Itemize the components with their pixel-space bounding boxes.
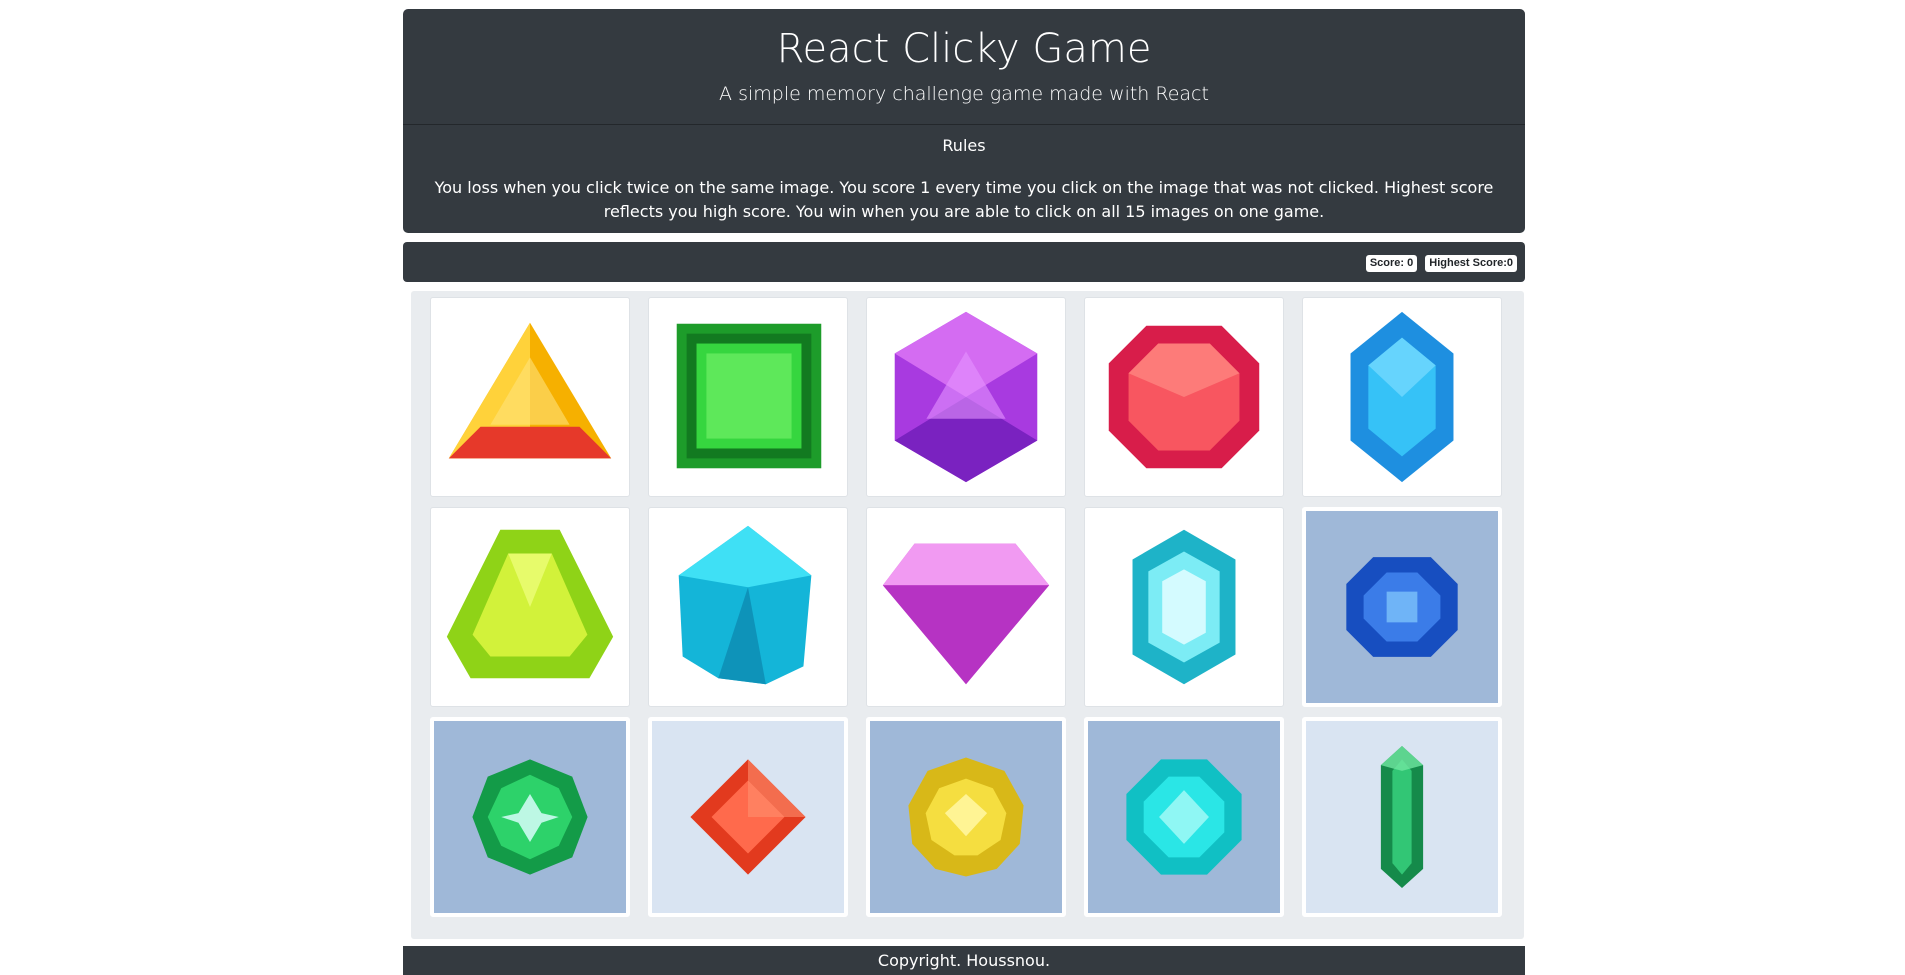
gem-card-4[interactable] xyxy=(1084,297,1284,497)
gem-card-12[interactable] xyxy=(648,717,848,917)
gem-card-13[interactable] xyxy=(866,717,1066,917)
cyan-octagon-gem-icon xyxy=(1126,759,1242,875)
gem-card-1[interactable] xyxy=(430,297,630,497)
yellow-round-gem-icon xyxy=(908,757,1024,877)
highest-score-badge: Highest Score:0 xyxy=(1425,255,1517,272)
page-subtitle: A simple memory challenge game made with… xyxy=(719,83,1209,105)
blue-square-gem-icon xyxy=(1346,557,1458,657)
red-octagon-gem-icon xyxy=(1108,325,1260,469)
green-round-gem-icon xyxy=(472,759,588,875)
gem-card-5[interactable] xyxy=(1302,297,1502,497)
gem-card-2[interactable] xyxy=(648,297,848,497)
red-diamond-gem-icon xyxy=(690,759,806,875)
game-board xyxy=(411,291,1524,939)
gem-card-8[interactable] xyxy=(866,507,1066,707)
green-square-gem-icon xyxy=(676,323,822,469)
yellow-triangle-gem-icon xyxy=(448,322,612,459)
gem-card-14[interactable] xyxy=(1084,717,1284,917)
blue-hexagon-gem-icon xyxy=(1350,311,1454,483)
gem-card-15[interactable] xyxy=(1302,717,1502,917)
header-divider xyxy=(403,124,1525,125)
gem-card-11[interactable] xyxy=(430,717,630,917)
gem-card-9[interactable] xyxy=(1084,507,1284,707)
rules-heading: Rules xyxy=(942,136,986,155)
lime-triangle-gem-icon xyxy=(446,529,614,679)
footer-text: Copyright. Houssnou. xyxy=(877,951,1051,970)
green-long-crystal-icon xyxy=(1380,745,1424,889)
footer: Copyright. Houssnou. xyxy=(403,946,1525,975)
gem-card-3[interactable] xyxy=(866,297,1066,497)
gem-card-10[interactable] xyxy=(1302,507,1502,707)
score-badge: Score: 0 xyxy=(1365,255,1418,272)
purple-hexagon-gem-icon xyxy=(894,311,1038,483)
score-navbar: Score: 0 Highest Score:0 xyxy=(403,242,1525,282)
teal-hexagon-gem-icon xyxy=(1132,529,1236,685)
header-jumbotron: React Clicky Game A simple memory challe… xyxy=(403,9,1525,233)
gem-card-7[interactable] xyxy=(648,507,848,707)
rules-text: You loss when you click twice on the sam… xyxy=(434,178,1494,221)
gem-card-6[interactable] xyxy=(430,507,630,707)
page-title: React Clicky Game xyxy=(776,26,1152,72)
cyan-crystal-gem-icon xyxy=(678,525,812,685)
pink-diamond-gem-icon xyxy=(882,543,1050,685)
